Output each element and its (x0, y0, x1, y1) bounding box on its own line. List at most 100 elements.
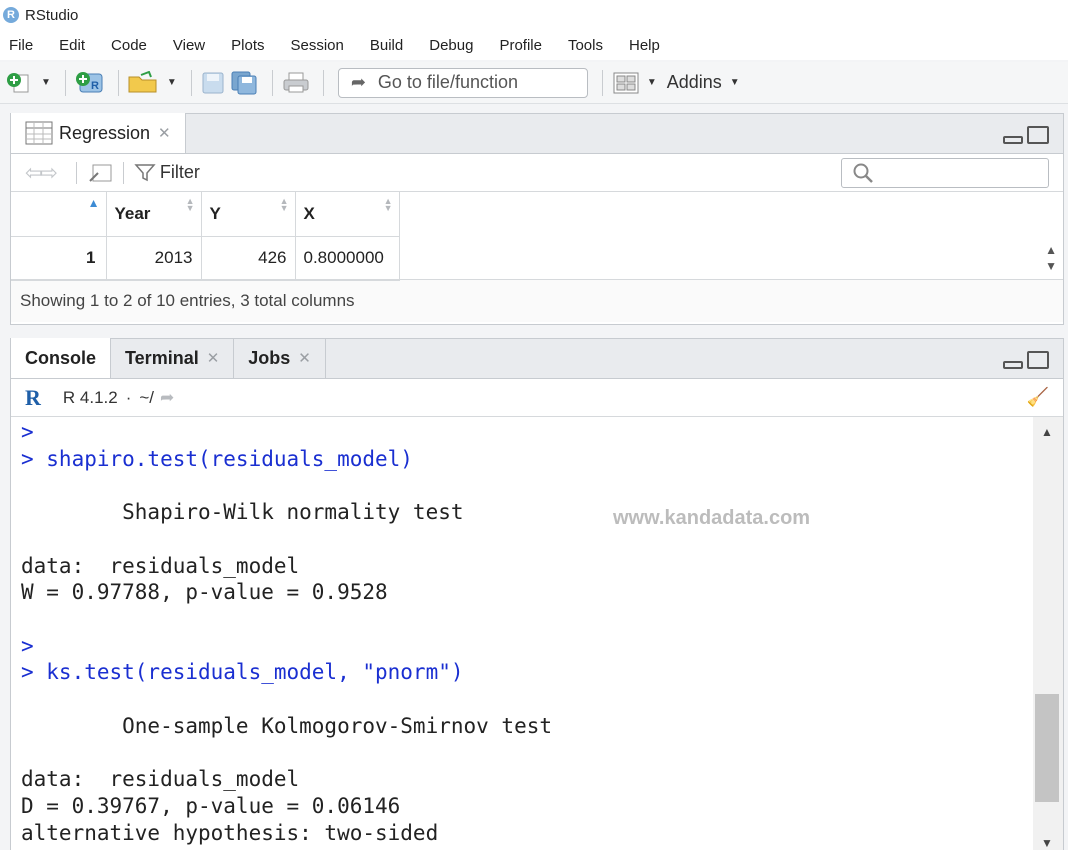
console-line: D = 0.39767, p-value = 0.06146 (21, 793, 401, 818)
viewer-window-controls (1003, 126, 1049, 144)
viewer-toolbar: ⇦⇨ Filter (11, 154, 1063, 192)
pane-layout-icon[interactable] (611, 70, 641, 96)
tab-jobs[interactable]: Jobs ✕ (234, 338, 326, 378)
go-to-placeholder: Go to file/function (377, 72, 518, 92)
data-viewer-pane: Regression ✕ ⇦⇨ Filter ▲ Year ▲ ▼ Y ▲ ▼ X ▲ ▼ … (10, 113, 1064, 325)
console-text: > > shapiro.test(residuals_model) Shapiro… (21, 419, 552, 846)
data-grid: ▲ Year ▲ ▼ Y ▲ ▼ X ▲ ▼ 1 2013 426 0.8000000 ▲ ▼ (11, 192, 1063, 281)
console-scrollbar[interactable]: ▲ ▼ (1033, 417, 1063, 850)
maximize-pane-icon[interactable] (1027, 351, 1049, 369)
cell-year: 2013 (106, 236, 202, 281)
menu-session[interactable]: Session (291, 37, 344, 54)
title-bar: R RStudio (0, 0, 1068, 30)
popout-icon[interactable] (87, 162, 113, 184)
filter-button[interactable]: Filter (160, 162, 200, 183)
maximize-pane-icon[interactable] (1027, 126, 1049, 144)
menu-plots[interactable]: Plots (231, 37, 264, 54)
tab-regression[interactable]: Regression ✕ (11, 113, 186, 153)
table-icon (25, 121, 53, 145)
menu-tools[interactable]: Tools (568, 37, 603, 54)
menu-view[interactable]: View (173, 37, 205, 54)
console-line: One-sample Kolmogorov-Smirnov test (21, 713, 553, 738)
table-header-row: ▲ Year ▲ ▼ Y ▲ ▼ X ▲ ▼ (11, 192, 400, 237)
sort-icon: ▲ ▼ (279, 196, 289, 213)
data-table: ▲ Year ▲ ▼ Y ▲ ▼ X ▲ ▼ 1 2013 426 0.8000000 (11, 192, 400, 281)
menu-edit[interactable]: Edit (59, 37, 85, 54)
tab-terminal[interactable]: Terminal ✕ (111, 338, 235, 378)
r-logo-icon: R (25, 384, 41, 410)
menu-code[interactable]: Code (111, 37, 147, 54)
svg-text:R: R (91, 80, 99, 92)
scroll-up-icon[interactable]: ▲ (1041, 425, 1053, 439)
clear-console-icon[interactable]: 🧹 (1027, 387, 1049, 408)
menu-help[interactable]: Help (629, 37, 660, 54)
main-toolbar: ▼ R ▼ ➦ Go to file/function ▼ Addins ▼ (0, 62, 1068, 104)
close-tab-icon[interactable]: ✕ (158, 124, 171, 142)
console-output[interactable]: > > shapiro.test(residuals_model) Shapiro… (11, 417, 1063, 850)
search-icon (853, 163, 873, 183)
index-column-header[interactable]: ▲ (11, 192, 107, 237)
back-forward-icon[interactable]: ⇦⇨ (25, 160, 58, 186)
viewer-tab-strip: Regression ✕ (11, 113, 1063, 154)
grid-scrollbar[interactable]: ▲ ▼ (1045, 242, 1057, 274)
window-title: RStudio (25, 6, 79, 24)
open-dropdown-icon[interactable]: ▼ (167, 77, 177, 88)
console-line: W = 0.97788, p-value = 0.9528 (21, 580, 388, 605)
tab-regression-label: Regression (59, 122, 151, 143)
new-file-dropdown-icon[interactable]: ▼ (41, 77, 51, 88)
console-line: data: residuals_model (21, 767, 300, 792)
rstudio-logo-icon: R (3, 7, 19, 23)
console-line: data: residuals_model (21, 553, 300, 578)
toolbar-separator (190, 69, 192, 96)
save-all-icon[interactable] (230, 70, 260, 96)
console-tab-strip: Console Terminal ✕ Jobs ✕ (11, 338, 1063, 379)
sort-ascending-icon: ▲ (87, 196, 100, 210)
open-folder-icon[interactable] (127, 70, 161, 96)
menu-profile[interactable]: Profile (499, 37, 542, 54)
minimize-pane-icon[interactable] (1003, 136, 1023, 144)
column-header-x[interactable]: X ▲ ▼ (295, 192, 400, 237)
toolbar-separator (122, 161, 124, 184)
menu-build[interactable]: Build (370, 37, 403, 54)
print-icon[interactable] (281, 70, 311, 96)
tab-console[interactable]: Console (11, 338, 112, 378)
scroll-down-icon[interactable]: ▼ (1041, 836, 1053, 850)
working-directory[interactable]: ~/ (139, 388, 154, 408)
viewer-search-input[interactable] (841, 158, 1049, 188)
minimize-pane-icon[interactable] (1003, 361, 1023, 369)
table-row[interactable]: 1 2013 426 0.8000000 (11, 236, 400, 281)
toolbar-separator (601, 69, 603, 96)
console-window-controls (1003, 351, 1049, 369)
addins-dropdown-icon[interactable]: ▼ (730, 77, 740, 88)
close-tab-icon[interactable]: ✕ (298, 349, 311, 367)
console-line: > (21, 633, 34, 658)
column-header-y[interactable]: Y ▲ ▼ (201, 192, 296, 237)
console-pane: Console Terminal ✕ Jobs ✕ R R 4.1.2 · ~/… (10, 338, 1064, 850)
go-to-directory-icon[interactable]: ➦ (160, 388, 174, 408)
menu-debug[interactable]: Debug (429, 37, 473, 54)
path-separator: · (125, 387, 132, 407)
close-tab-icon[interactable]: ✕ (207, 349, 220, 367)
console-info-bar: R R 4.1.2 · ~/ ➦ 🧹 (11, 379, 1063, 417)
menu-bar: File Edit Code View Plots Session Build … (0, 30, 1068, 60)
toolbar-separator (75, 161, 77, 184)
console-line: > ks.test(residuals_model, "pnorm") (21, 660, 464, 685)
save-icon[interactable] (200, 70, 226, 96)
console-line: > (21, 420, 34, 444)
cell-y: 426 (201, 236, 296, 281)
scrollbar-thumb[interactable] (1035, 694, 1059, 802)
sort-icon: ▲ ▼ (383, 196, 393, 213)
filter-icon[interactable] (134, 163, 156, 183)
go-to-file-input[interactable]: ➦ Go to file/function (337, 67, 588, 98)
new-file-icon[interactable] (5, 70, 35, 96)
menu-file[interactable]: File (9, 37, 33, 54)
addins-menu[interactable]: Addins (667, 72, 722, 93)
column-header-year[interactable]: Year ▲ ▼ (106, 192, 202, 237)
pane-layout-dropdown-icon[interactable]: ▼ (647, 77, 657, 88)
new-project-icon[interactable]: R (74, 70, 106, 96)
